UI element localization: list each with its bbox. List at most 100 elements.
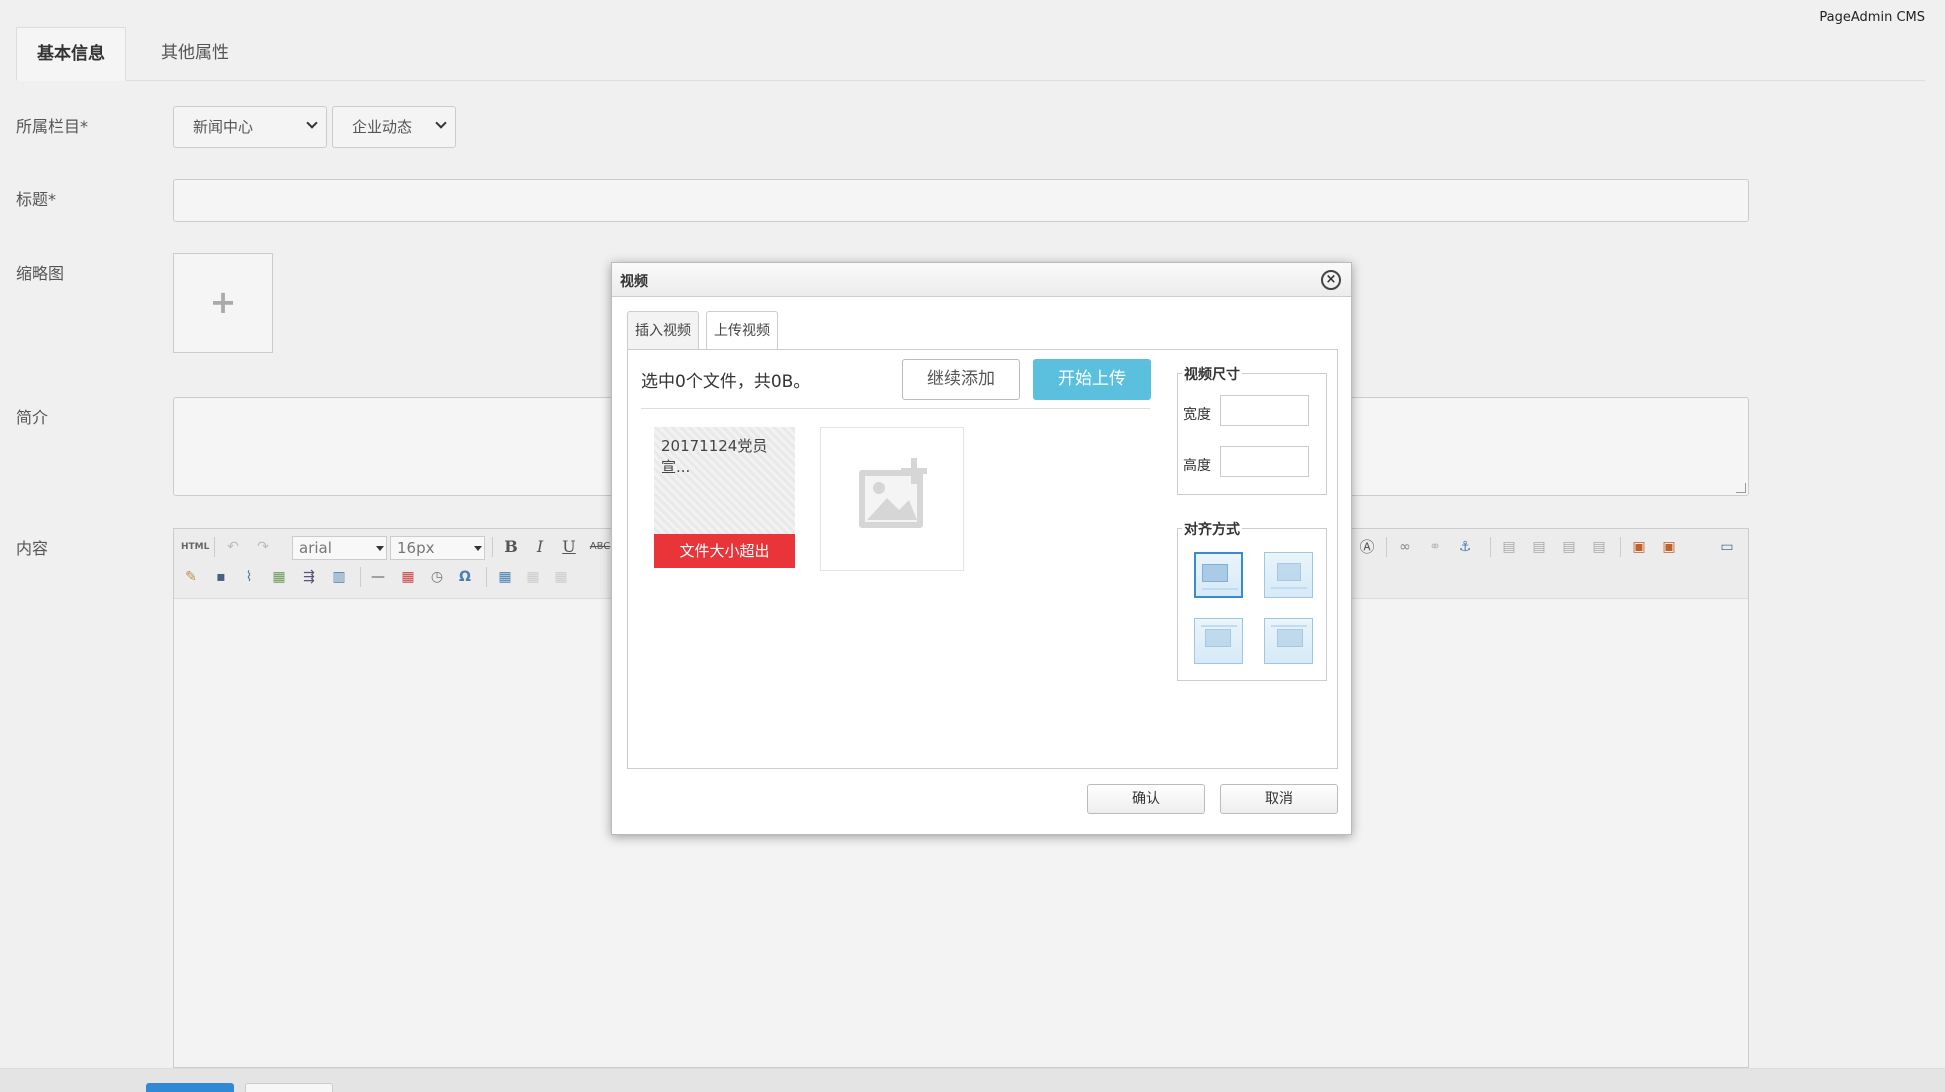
toolbar-separator [214,537,215,557]
bold-icon[interactable]: B [502,538,520,556]
image-icon[interactable]: ▦ [270,568,288,586]
chevron-down-icon [306,117,318,129]
align-text-line [1202,588,1238,590]
title-label: 标题* [16,190,57,209]
font-case-icon[interactable]: Ⓐ [1358,538,1376,556]
strikethrough-icon[interactable]: ABC [588,538,612,556]
align-text-line [1201,625,1237,627]
link-icon[interactable]: ∞ [1396,538,1414,556]
tab-bar: 基本信息 其他属性 [16,27,1925,81]
chevron-down-icon [435,117,447,129]
dialog-titlebar[interactable]: 视频 × [612,263,1351,297]
resize-handle-icon[interactable] [1736,483,1746,493]
align-preview [1205,629,1231,647]
table-row-icon[interactable]: ▦ [524,568,542,586]
horizontal-rule-icon[interactable]: — [369,568,387,586]
thumbnail-label: 缩略图 [16,264,65,283]
dialog-title: 视频 [620,274,648,290]
continue-add-button[interactable]: 继续添加 [902,359,1020,400]
video-dialog: 视频 × 插入视频 上传视频 选中0个文件，共0B。 继续添加 开始上传 201… [611,262,1352,835]
bottom-action-bar [0,1068,1945,1092]
fullscreen-icon[interactable]: ▭ [1718,538,1736,556]
confirm-button[interactable]: 确认 [1087,784,1205,814]
file-item[interactable]: 20171124党员宣... 文件大小超出 [654,427,795,568]
table-icon[interactable]: ▦ [496,568,514,586]
special-char-icon[interactable]: Ω [456,568,474,586]
align-preview [1202,564,1228,582]
align-preview [1277,563,1301,581]
align-right-icon[interactable] [1194,618,1243,664]
toolbar-separator [360,567,361,587]
align-text-line [1271,625,1307,627]
align-none-icon[interactable] [1194,552,1243,598]
column-select-primary[interactable]: 新闻中心 [173,106,327,148]
font-size-select[interactable]: 16px [390,536,485,560]
tab-other-attributes[interactable]: 其他属性 [141,27,249,81]
add-file-button[interactable] [820,427,964,571]
height-input[interactable] [1220,446,1309,477]
attachment-icon[interactable]: ⌇ [240,568,258,586]
image-none-icon[interactable]: ▤ [1530,538,1548,556]
upload-panel: 选中0个文件，共0B。 继续添加 开始上传 20171124党员宣... 文件大… [627,349,1338,769]
video-size-legend: 视频尺寸 [1182,364,1242,384]
alignment-fieldset: 对齐方式 [1177,519,1327,681]
font-family-select[interactable]: arial [292,536,387,560]
underline-icon[interactable]: U [560,538,578,556]
summary-label: 简介 [16,408,49,427]
height-label: 高度 [1183,458,1211,474]
toolbar-separator [1386,537,1387,557]
width-input[interactable] [1220,395,1309,426]
date-icon[interactable]: ▦ [399,568,417,586]
time-icon[interactable]: ◷ [428,568,446,586]
width-label: 宽度 [1183,407,1211,423]
submit-button[interactable] [146,1083,234,1092]
cancel-button[interactable]: 取消 [1220,784,1338,814]
back-button[interactable] [245,1083,333,1092]
content-label: 内容 [16,539,49,558]
thumbnail-upload-button[interactable]: + [173,253,273,353]
column-label: 所属栏目* [16,117,89,136]
column-select-secondary-value: 企业动态 [352,118,413,136]
align-text-line [1271,587,1307,589]
caret-down-icon [474,546,482,551]
insert-frame-icon[interactable]: ⇶ [300,568,318,586]
unlink-icon[interactable]: ⚭ [1426,538,1444,556]
tab-upload-video[interactable]: 上传视频 [706,311,778,350]
column-select-primary-value: 新闻中心 [193,118,254,136]
tab-insert-video[interactable]: 插入视频 [627,311,699,350]
caret-down-icon [376,546,384,551]
upload-status-text: 选中0个文件，共0B。 [641,372,811,392]
close-icon[interactable]: × [1321,270,1341,290]
html-source-icon[interactable]: HTML [181,538,209,556]
toolbar-separator [1490,537,1491,557]
table-col-icon[interactable]: ▦ [552,568,570,586]
file-error-badge: 文件大小超出 [654,534,795,568]
insert-image-icon[interactable]: ▣ [1630,538,1648,556]
toolbar-separator [1620,537,1621,557]
align-preview [1277,629,1303,647]
multi-image-icon[interactable]: ▣ [1660,538,1678,556]
font-size-value: 16px [397,539,435,557]
image-left-icon[interactable]: ▤ [1500,538,1518,556]
column-select-secondary[interactable]: 企业动态 [332,106,456,148]
tab-basic-info[interactable]: 基本信息 [16,27,126,81]
font-family-value: arial [299,539,332,557]
redo-icon[interactable]: ↷ [254,538,272,556]
save-icon[interactable]: ▪ [212,568,230,586]
start-upload-button[interactable]: 开始上传 [1033,359,1151,400]
image-right-icon[interactable]: ▤ [1560,538,1578,556]
title-input[interactable] [173,179,1749,222]
toolbar-separator [492,537,493,557]
alignment-legend: 对齐方式 [1182,519,1242,539]
image-center-icon[interactable]: ▤ [1590,538,1608,556]
format-brush-icon[interactable]: ✎ [182,568,200,586]
file-name: 20171124党员宣... [661,437,768,476]
align-left-icon[interactable] [1264,552,1313,598]
align-center-icon[interactable] [1264,618,1313,664]
divider [641,408,1150,409]
anchor-icon[interactable]: ⚓ [1456,538,1474,556]
italic-icon[interactable]: I [531,538,549,556]
template-icon[interactable]: ▥ [330,568,348,586]
video-size-fieldset: 视频尺寸 宽度 高度 [1177,364,1327,495]
undo-icon[interactable]: ↶ [224,538,242,556]
